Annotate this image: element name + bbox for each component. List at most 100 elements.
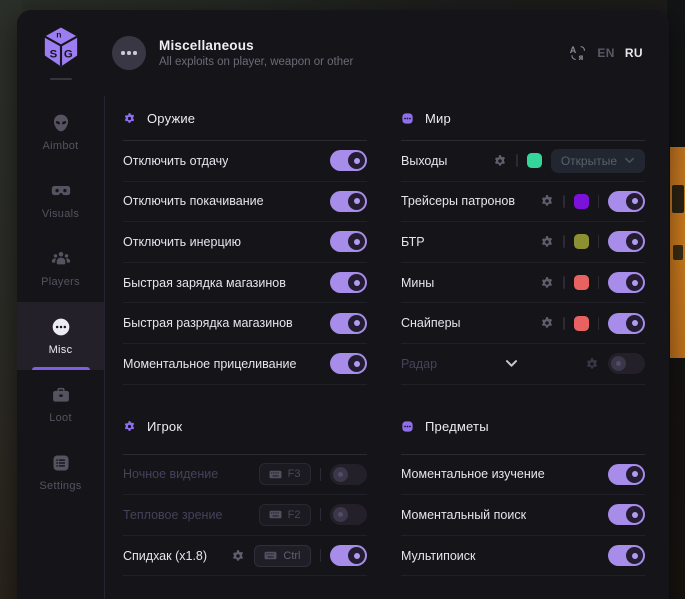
- gear-icon[interactable]: [540, 316, 554, 330]
- section-title: Мир: [425, 111, 451, 126]
- sidebar-item-loot[interactable]: Loot: [17, 370, 104, 438]
- toggle-switch[interactable]: [330, 545, 367, 566]
- vr-goggles-icon: [51, 181, 71, 201]
- row-world-4: Снайперы: [401, 303, 645, 344]
- control-divider: [598, 195, 600, 208]
- gear-icon[interactable]: [540, 194, 554, 208]
- gear-icon[interactable]: [585, 357, 599, 371]
- toggle-switch[interactable]: [608, 231, 645, 252]
- toggle-switch[interactable]: [608, 464, 645, 485]
- sidebar-item-label: Aimbot: [42, 140, 78, 152]
- color-swatch[interactable]: [574, 316, 589, 331]
- toggle-knob: [348, 233, 365, 250]
- toggle-switch[interactable]: [330, 150, 367, 171]
- gear-icon[interactable]: [540, 235, 554, 249]
- control-divider: [320, 468, 322, 481]
- toggle-knob: [626, 274, 643, 291]
- row-label: Мины: [401, 276, 434, 290]
- row-world-2: БТР: [401, 222, 645, 263]
- toggle-switch[interactable]: [608, 313, 645, 334]
- row-controls: [540, 231, 645, 252]
- row-player-1: Тепловое зрениеF2: [123, 495, 367, 536]
- lang-ru-button[interactable]: RU: [625, 46, 643, 60]
- row-controls: F2: [259, 504, 367, 526]
- sidebar-item-players[interactable]: Players: [17, 234, 104, 302]
- section-weapon: ОружиеОтключить отдачуОтключить покачива…: [123, 96, 367, 385]
- color-swatch[interactable]: [574, 275, 589, 290]
- gear-icon[interactable]: [493, 154, 507, 168]
- toggle-switch[interactable]: [608, 545, 645, 566]
- lang-en-button[interactable]: EN: [597, 46, 614, 60]
- toggle-knob: [333, 467, 348, 482]
- row-controls: [585, 353, 645, 374]
- row-controls: [330, 150, 367, 171]
- keyboard-icon: [269, 510, 282, 519]
- row-weapon-0: Отключить отдачу: [123, 141, 367, 182]
- toggle-switch[interactable]: [330, 191, 367, 212]
- row-label: Быстрая зарядка магазинов: [123, 276, 286, 290]
- section-header-items: Предметы: [401, 385, 645, 455]
- row-controls: [608, 545, 645, 566]
- toggle-switch[interactable]: [608, 504, 645, 525]
- control-divider: [563, 235, 565, 248]
- sidebar-item-label: Visuals: [42, 208, 79, 220]
- sidebar-item-aimbot[interactable]: Aimbot: [17, 98, 104, 166]
- section-header-player: Игрок: [123, 385, 367, 455]
- row-label: Моментальное изучение: [401, 467, 545, 481]
- keybind-badge[interactable]: F2: [259, 504, 311, 526]
- toggle-switch[interactable]: [330, 504, 367, 525]
- row-label: Выходы: [401, 154, 447, 168]
- row-controls: [540, 191, 645, 212]
- toggle-switch[interactable]: [608, 353, 645, 374]
- gear-icon[interactable]: [540, 276, 554, 290]
- row-label: БТР: [401, 235, 425, 249]
- gear-icon[interactable]: [231, 549, 245, 563]
- ellipsis-circle-icon: [51, 317, 71, 337]
- row-label: Моментальный поиск: [401, 508, 526, 522]
- toggle-switch[interactable]: [608, 191, 645, 212]
- toggle-switch[interactable]: [330, 231, 367, 252]
- toggle-switch[interactable]: [330, 464, 367, 485]
- row-label: Трейсеры патронов: [401, 194, 515, 208]
- row-weapon-4: Быстрая разрядка магазинов: [123, 303, 367, 344]
- svg-text:S: S: [49, 48, 57, 60]
- section-player: ИгрокНочное видениеF3Тепловое зрениеF2Сп…: [123, 385, 367, 577]
- control-divider: [516, 154, 518, 167]
- control-divider: [320, 549, 322, 562]
- color-swatch[interactable]: [574, 234, 589, 249]
- row-label: Быстрая разрядка магазинов: [123, 316, 293, 330]
- keyboard-icon: [264, 551, 277, 560]
- toggle-knob: [626, 547, 643, 564]
- toggle-switch[interactable]: [330, 353, 367, 374]
- keybind-label: Ctrl: [283, 550, 300, 562]
- dropdown-select[interactable]: Открытые: [551, 149, 645, 173]
- list-settings-icon: [51, 453, 71, 473]
- control-divider: [563, 195, 565, 208]
- toggle-knob: [626, 506, 643, 523]
- section-items: Предметы Моментальное изучение Моментальны…: [401, 385, 645, 577]
- sidebar-item-settings[interactable]: Settings: [17, 438, 104, 506]
- toggle-switch[interactable]: [330, 313, 367, 334]
- toggle-switch[interactable]: [330, 272, 367, 293]
- row-items-1: Моментальный поиск: [401, 495, 645, 536]
- sidebar-item-misc[interactable]: Misc: [17, 302, 104, 370]
- color-swatch[interactable]: [527, 153, 542, 168]
- color-swatch[interactable]: [574, 194, 589, 209]
- row-weapon-2: Отключить инерцию: [123, 222, 367, 263]
- control-divider: [598, 276, 600, 289]
- chevron-down-icon[interactable]: [505, 359, 518, 368]
- keyboard-icon: [269, 470, 282, 479]
- toggle-switch[interactable]: [608, 272, 645, 293]
- row-controls: [540, 313, 645, 334]
- row-controls: [540, 272, 645, 293]
- keybind-badge[interactable]: F3: [259, 463, 311, 485]
- svg-text:A: A: [570, 45, 577, 55]
- svg-text:я: я: [579, 53, 584, 62]
- row-items-0: Моментальное изучение: [401, 455, 645, 496]
- page-title: Miscellaneous: [159, 38, 353, 53]
- sidebar-item-visuals[interactable]: Visuals: [17, 166, 104, 234]
- section-title: Оружие: [147, 111, 195, 126]
- keybind-badge[interactable]: Ctrl: [254, 545, 310, 567]
- toggle-knob: [348, 315, 365, 332]
- toggle-knob: [626, 233, 643, 250]
